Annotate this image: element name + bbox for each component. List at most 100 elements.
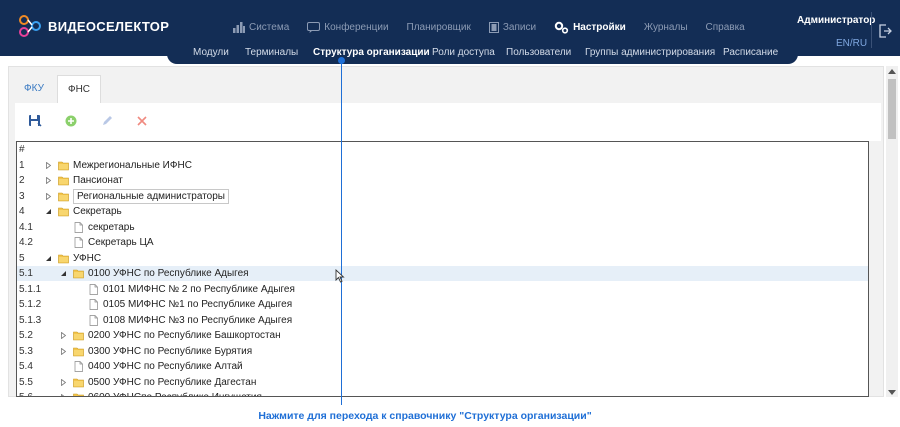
- row-number: 3: [19, 190, 25, 202]
- nav-records[interactable]: Записи: [488, 21, 536, 33]
- expand-right-icon[interactable]: [45, 192, 52, 200]
- expand-right-icon[interactable]: [60, 378, 67, 386]
- subnav-schedule[interactable]: Расписание: [723, 47, 778, 58]
- nav-journals[interactable]: Журналы: [644, 22, 688, 33]
- subnav-org-structure[interactable]: Структура организации: [313, 47, 430, 58]
- nav-conferences[interactable]: Конференции: [307, 21, 389, 33]
- expand-down-icon[interactable]: [45, 208, 52, 215]
- document-icon: [74, 361, 83, 372]
- node-label[interactable]: секретарь: [88, 220, 135, 235]
- node-label[interactable]: 0101 МИФНС № 2 по Республике Адыгея: [103, 282, 295, 297]
- document-icon: [74, 221, 83, 233]
- row-number: 5.1: [19, 268, 33, 279]
- tree-row[interactable]: 5.5 0500 УФНС по Республике Дагестан: [17, 375, 868, 390]
- expand-down-icon[interactable]: [45, 255, 52, 262]
- node-label[interactable]: Секретарь ЦА: [88, 235, 154, 250]
- tree-row[interactable]: 2 Пансионат: [17, 173, 868, 188]
- document-icon: [89, 299, 98, 310]
- subnav-modules[interactable]: Модули: [193, 47, 229, 58]
- node-label[interactable]: 0100 УФНС по Республике Адыгея: [88, 266, 249, 281]
- guide-pointer-line: [341, 60, 342, 405]
- subnav-users[interactable]: Пользователи: [506, 47, 571, 58]
- node-label[interactable]: Секретарь: [73, 204, 122, 219]
- expand-right-icon[interactable]: [60, 347, 67, 355]
- folder-icon: [73, 393, 84, 396]
- main-nav: Система Конференции Планировщик Записи Н: [233, 20, 763, 34]
- app-logo[interactable]: ВИДЕОСЕЛЕКТОР: [17, 13, 169, 39]
- tree-row[interactable]: 4.1 секретарь: [17, 220, 868, 235]
- tree-row[interactable]: 4 Секретарь: [17, 204, 868, 219]
- folder-icon: [73, 378, 84, 387]
- add-circle-icon[interactable]: [64, 114, 78, 128]
- node-label[interactable]: 0600 УФНСпо Республике Ингушетия: [88, 390, 262, 396]
- tree-row[interactable]: 5.1.2 0105 МИФНС №1 по Республике Адыгея: [17, 297, 868, 312]
- expand-right-icon[interactable]: [45, 177, 52, 184]
- node-label[interactable]: 0500 УФНС по Республике Дагестан: [88, 375, 256, 390]
- node-label[interactable]: Региональные администраторы: [73, 188, 229, 204]
- nav-scheduler[interactable]: Планировщик: [407, 22, 471, 33]
- tree-row[interactable]: 1 Межрегиональные ИФНС: [17, 158, 868, 173]
- node-label[interactable]: 0108 МИФНС №3 по Республике Адыгея: [103, 313, 292, 328]
- expand-down-icon[interactable]: [60, 270, 67, 277]
- row-number: 5.1.3: [19, 314, 42, 326]
- logo-icon: [19, 15, 41, 37]
- nav-scheduler-label: Планировщик: [406, 21, 471, 33]
- node-label[interactable]: УФНС: [73, 251, 101, 266]
- row-number: 5.6: [19, 390, 33, 396]
- nav-settings-label: Настройки: [573, 21, 626, 33]
- folder-icon: [73, 269, 84, 279]
- expand-right-icon[interactable]: [60, 394, 67, 397]
- nav-settings[interactable]: Настройки: [554, 21, 626, 34]
- subnav-terminals[interactable]: Терминалы: [245, 47, 298, 58]
- scroll-up-icon[interactable]: [887, 68, 897, 75]
- tree-row[interactable]: 5 УФНС: [17, 251, 868, 266]
- scroll-down-icon[interactable]: [887, 389, 897, 396]
- grid-header: #: [17, 142, 868, 157]
- save-icon[interactable]: [28, 114, 42, 128]
- nav-help-label: Справка: [705, 21, 745, 33]
- subnav-access-roles[interactable]: Роли доступа: [432, 47, 495, 58]
- node-label[interactable]: 0105 МИФНС №1 по Республике Адыгея: [103, 297, 292, 312]
- tree-row[interactable]: 5.1 0100 УФНС по Республике Адыгея: [17, 266, 868, 281]
- chat-icon: [307, 21, 321, 33]
- pencil-icon[interactable]: [100, 114, 114, 128]
- row-number: 5.3: [19, 345, 33, 357]
- header-divider: [871, 12, 872, 48]
- row-number: 5: [19, 252, 25, 264]
- tree-row[interactable]: 4.2 Секретарь ЦА: [17, 235, 868, 250]
- nav-system[interactable]: Система: [233, 21, 290, 33]
- logout-icon[interactable]: [879, 24, 892, 38]
- row-number: 4.1: [19, 221, 33, 233]
- tab-fku[interactable]: ФКУ: [15, 75, 53, 103]
- node-label[interactable]: Межрегиональные ИФНС: [73, 158, 192, 173]
- row-number: 4.2: [19, 237, 33, 248]
- folder-icon: [58, 176, 69, 186]
- tree-row[interactable]: 5.1.3 0108 МИФНС №3 по Республике Адыгея: [17, 313, 868, 328]
- film-icon: [488, 21, 499, 33]
- user-name[interactable]: Администратор: [797, 15, 875, 26]
- language-switch[interactable]: EN/RU: [836, 38, 867, 49]
- node-label[interactable]: 0400 УФНС по Республике Алтай: [88, 359, 243, 374]
- expand-right-icon[interactable]: [45, 161, 52, 169]
- folder-icon: [58, 161, 69, 170]
- tab-fns[interactable]: ФНС: [57, 75, 101, 103]
- row-number: 5.1.2: [19, 299, 42, 310]
- nav-help[interactable]: Справка: [706, 22, 745, 33]
- nav-journals-label: Журналы: [643, 21, 688, 33]
- nav-system-label: Система: [249, 21, 290, 33]
- folder-icon: [73, 331, 84, 341]
- node-label[interactable]: 0300 УФНС по Республике Бурятия: [88, 344, 252, 359]
- sub-nav: Модули Терминалы Структура организации Р…: [167, 40, 798, 64]
- expand-right-icon[interactable]: [60, 332, 67, 339]
- subnav-admin-groups[interactable]: Группы администрирования: [585, 47, 715, 58]
- tree-row[interactable]: 5.1.1 0101 МИФНС № 2 по Республике Адыгея: [17, 282, 868, 297]
- scrollbar-thumb[interactable]: [888, 79, 896, 139]
- node-label[interactable]: 0200 УФНС по Республике Башкортостан: [88, 328, 281, 343]
- tree-row[interactable]: 5.2 0200 УФНС по Республике Башкортостан: [17, 328, 868, 343]
- tree-row[interactable]: 5.4 0400 УФНС по Республике Алтай: [17, 359, 868, 374]
- delete-x-icon[interactable]: [135, 114, 149, 128]
- node-label[interactable]: Пансионат: [73, 173, 123, 188]
- tree-row[interactable]: 3 Региональные администраторы: [17, 188, 868, 204]
- tree-row[interactable]: 5.3 0300 УФНС по Республике Бурятия: [17, 344, 868, 359]
- tree-row[interactable]: 5.6 0600 УФНСпо Республике Ингушетия: [17, 390, 868, 397]
